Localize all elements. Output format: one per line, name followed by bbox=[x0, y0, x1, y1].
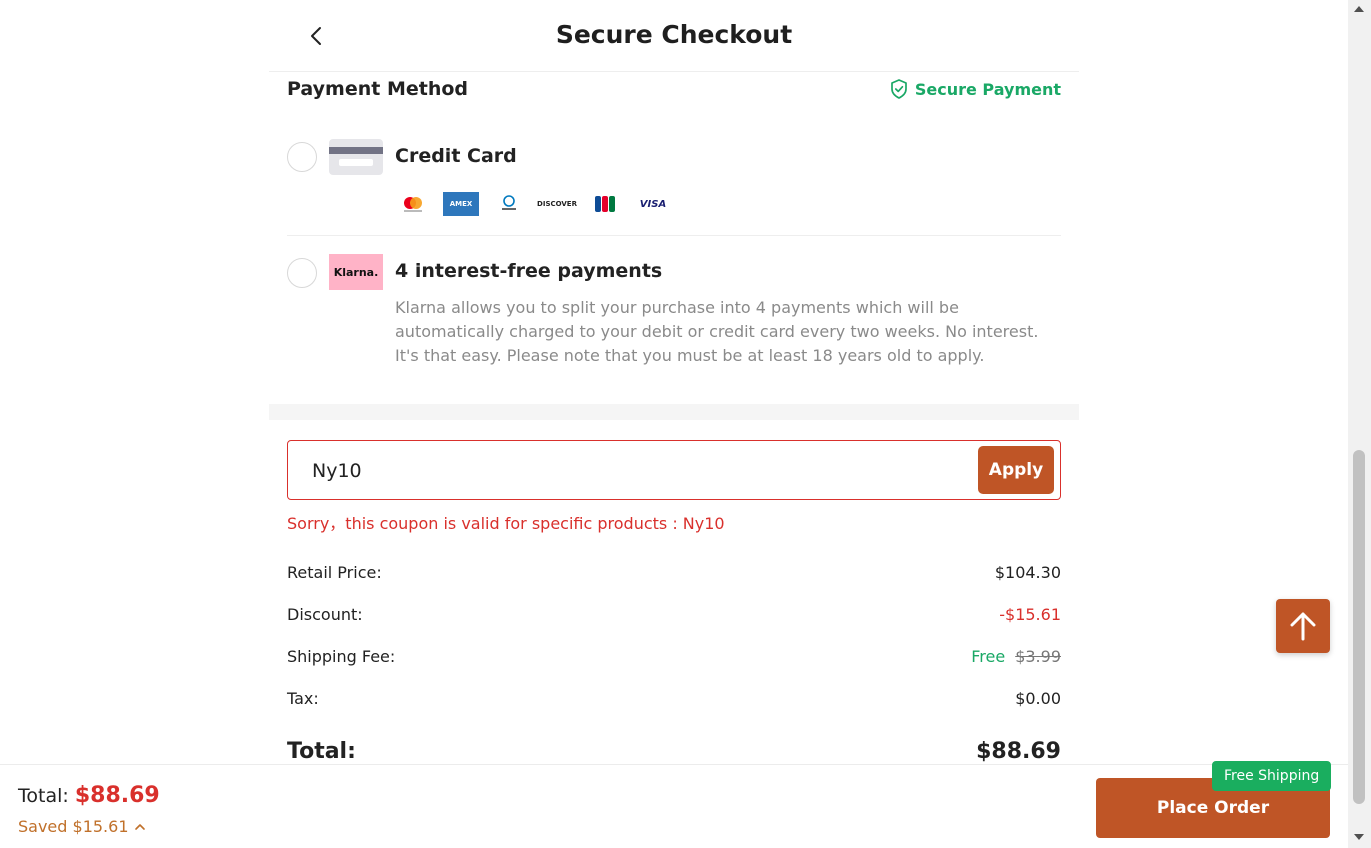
mastercard-icon bbox=[395, 192, 431, 216]
saved-amount-label: Saved $15.61 bbox=[18, 817, 129, 836]
page-title: Secure Checkout bbox=[555, 20, 793, 49]
arrow-up-icon bbox=[1290, 612, 1316, 641]
klarna-description: Klarna allows you to split your purchase… bbox=[395, 298, 1039, 365]
total-row: Total: $88.69 bbox=[287, 736, 1061, 766]
coupon-input[interactable] bbox=[312, 457, 912, 485]
checkout-page: Secure Checkout Payment Method Secure Pa… bbox=[0, 0, 1371, 848]
secure-payment-label: Secure Payment bbox=[914, 79, 1061, 99]
coupon-box: Apply bbox=[287, 440, 1061, 500]
retail-price-value: $104.30 bbox=[994, 562, 1061, 582]
klarna-label[interactable]: 4 interest-free payments bbox=[395, 260, 662, 282]
discount-value: -$15.61 bbox=[999, 604, 1061, 624]
total-label: Total: bbox=[287, 738, 356, 764]
credit-card-icon bbox=[329, 139, 383, 175]
discover-icon: DISCOVER bbox=[537, 200, 577, 208]
visa-icon: VISA bbox=[639, 198, 667, 210]
section-separator bbox=[269, 404, 1079, 420]
shipping-fee-value: Free bbox=[971, 646, 1006, 666]
jcb-icon bbox=[587, 192, 623, 216]
diners-club-icon bbox=[491, 192, 527, 216]
bottom-total-label: Total: bbox=[18, 785, 69, 807]
total-value: $88.69 bbox=[976, 738, 1061, 764]
scrollbar[interactable] bbox=[1348, 0, 1371, 848]
divider bbox=[287, 235, 1061, 236]
coupon-error-message: Sorry，this coupon is valid for specific … bbox=[287, 514, 725, 533]
bottom-total: Total: $88.69 bbox=[18, 783, 160, 808]
retail-price-label: Retail Price: bbox=[287, 562, 382, 582]
tax-label: Tax: bbox=[287, 688, 319, 708]
scroll-down-arrow-icon[interactable] bbox=[1354, 834, 1364, 840]
shipping-fee-label: Shipping Fee: bbox=[287, 646, 396, 666]
back-to-top-button[interactable] bbox=[1276, 599, 1330, 653]
scroll-thumb[interactable] bbox=[1353, 450, 1365, 804]
shipping-fee-row: Shipping Fee: Free $3.99 bbox=[287, 644, 1061, 668]
chevron-up-icon bbox=[134, 823, 145, 830]
secure-payment-badge: Secure Payment bbox=[890, 79, 1061, 99]
klarna-logo: Klarna. bbox=[329, 254, 383, 290]
shipping-original-price: $3.99 bbox=[1015, 646, 1061, 666]
payment-method-title: Payment Method bbox=[287, 78, 469, 100]
shipping-fee-values: Free $3.99 bbox=[971, 647, 1061, 666]
retail-price-row: Retail Price: $104.30 bbox=[287, 560, 1061, 584]
tax-value: $0.00 bbox=[1015, 688, 1061, 708]
klarna-radio[interactable] bbox=[287, 258, 317, 288]
apply-button[interactable]: Apply bbox=[978, 446, 1054, 494]
tax-row: Tax: $0.00 bbox=[287, 686, 1061, 710]
scroll-up-arrow-icon[interactable] bbox=[1354, 6, 1364, 12]
discount-label: Discount: bbox=[287, 604, 363, 624]
credit-card-radio[interactable] bbox=[287, 142, 317, 172]
shield-check-icon bbox=[890, 79, 907, 99]
card-brands: AMEX DISCOVER VISA bbox=[395, 192, 671, 216]
header: Secure Checkout bbox=[269, 0, 1079, 72]
saved-amount-toggle[interactable]: Saved $15.61 bbox=[18, 817, 146, 836]
credit-card-label[interactable]: Credit Card bbox=[395, 145, 517, 167]
free-shipping-badge: Free Shipping bbox=[1212, 761, 1332, 791]
bottom-bar: Total: $88.69 Saved $15.61 Place Order bbox=[0, 764, 1348, 848]
bottom-total-value: $88.69 bbox=[74, 783, 160, 808]
amex-icon: AMEX bbox=[443, 192, 479, 216]
discount-row: Discount: -$15.61 bbox=[287, 602, 1061, 626]
